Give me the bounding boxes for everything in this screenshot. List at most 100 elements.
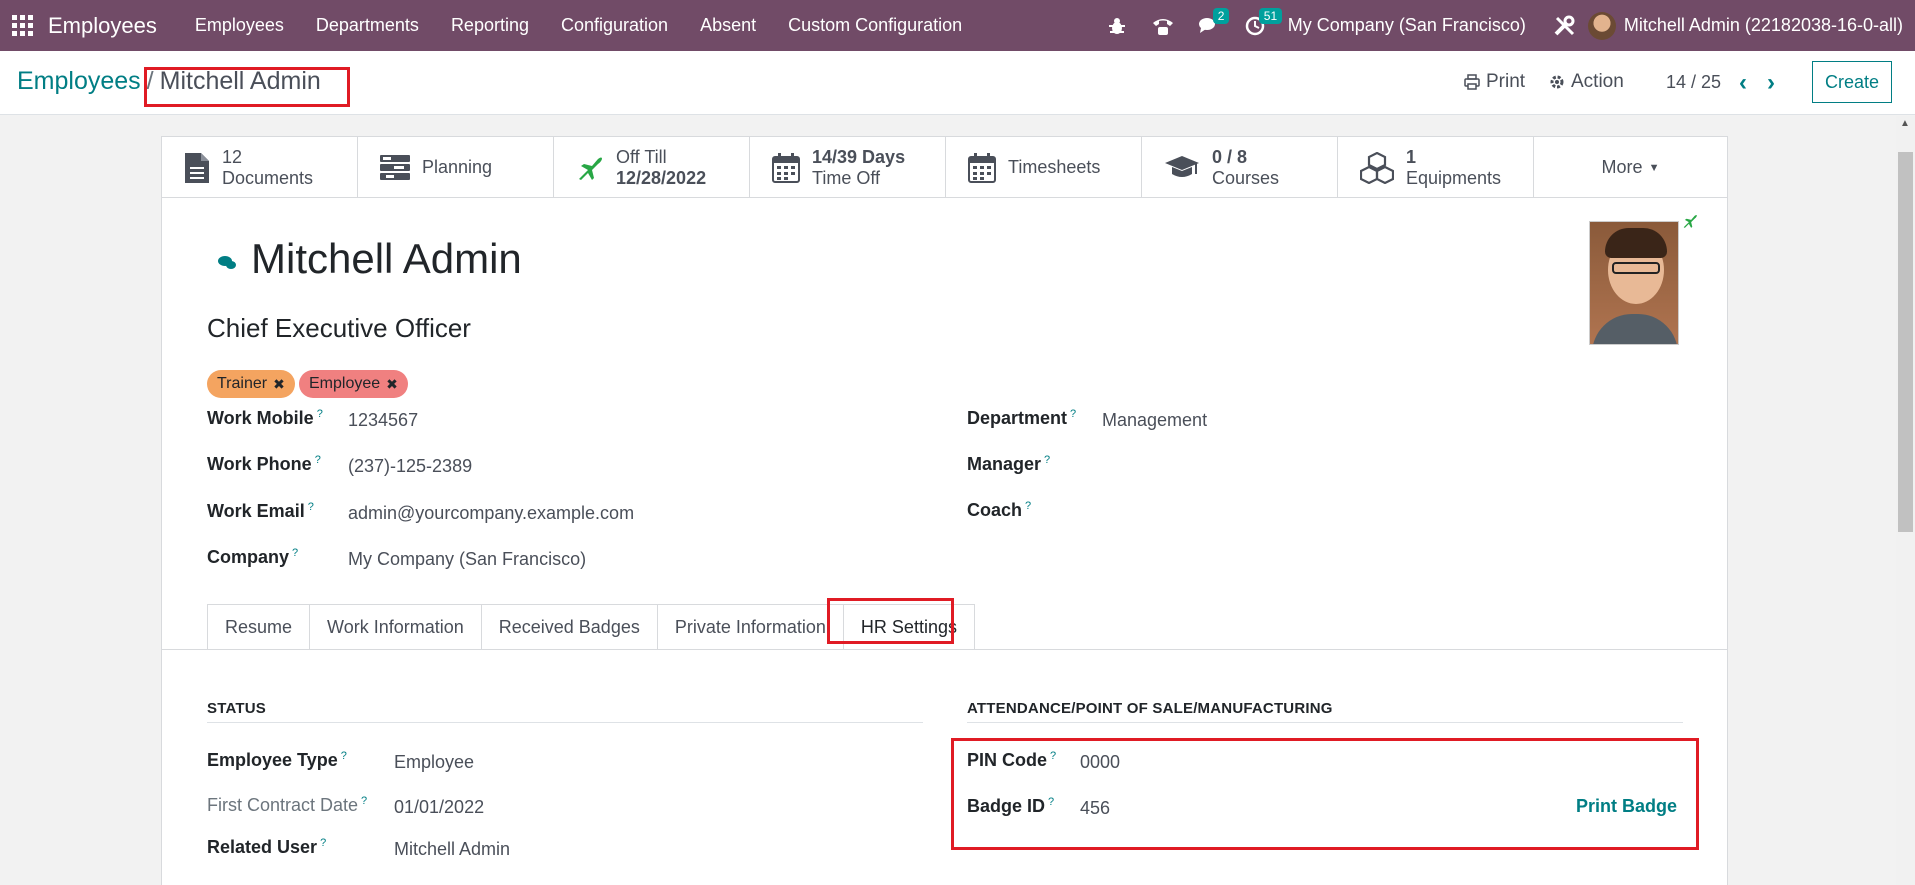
- phone-icon[interactable]: [1140, 0, 1186, 51]
- document-icon: [185, 152, 209, 183]
- top-navbar: Employees Employees Departments Reportin…: [0, 0, 1915, 51]
- timesheets-label: Timesheets: [1008, 157, 1101, 177]
- tools-icon[interactable]: [1542, 0, 1588, 51]
- action-button[interactable]: Action: [1549, 71, 1624, 93]
- tag-trainer: Trainer ✖: [207, 370, 295, 398]
- activities-count-badge: 51: [1258, 8, 1283, 24]
- work-phone-label: Work Phone?: [207, 454, 321, 474]
- planning-button[interactable]: Planning: [358, 137, 554, 198]
- courses-button[interactable]: 0 / 8 Courses: [1142, 137, 1338, 198]
- timesheets-button[interactable]: Timesheets: [946, 137, 1142, 198]
- employee-name[interactable]: Mitchell Admin: [251, 235, 522, 283]
- tag-remove-icon[interactable]: ✖: [273, 376, 285, 393]
- help-tooltip-icon[interactable]: ?: [1044, 454, 1050, 466]
- printer-icon: [1464, 74, 1480, 90]
- planning-label: Planning: [422, 157, 493, 177]
- print-label: Print: [1486, 71, 1526, 92]
- help-tooltip-icon[interactable]: ?: [315, 454, 321, 466]
- tab-work-information[interactable]: Work Information: [309, 604, 482, 649]
- print-button[interactable]: Print: [1464, 71, 1525, 93]
- equipments-label: Equipments: [1406, 167, 1502, 188]
- time-off-button[interactable]: 14/39 Days Time Off: [750, 137, 946, 198]
- menu-departments[interactable]: Departments: [300, 15, 435, 36]
- related-user-label: Related User?: [207, 837, 327, 857]
- help-tooltip-icon[interactable]: ?: [320, 837, 326, 849]
- navbar-systray: 2 51 My Company (San Francisco) Mitchell…: [1094, 0, 1915, 51]
- scroll-up-arrow-icon[interactable]: ▲: [1900, 118, 1910, 129]
- status-section-rule: [207, 722, 923, 723]
- help-tooltip-icon[interactable]: ?: [1070, 408, 1076, 420]
- gear-icon: [1550, 75, 1564, 89]
- help-tooltip-icon[interactable]: ?: [292, 547, 298, 559]
- caret-down-icon: ▼: [1648, 161, 1660, 174]
- calendar-icon: [772, 152, 800, 183]
- pager-value[interactable]: 14 / 25: [1666, 72, 1721, 93]
- menu-employees[interactable]: Employees: [179, 15, 300, 36]
- tab-private-information[interactable]: Private Information: [656, 604, 844, 649]
- department-value[interactable]: Management: [1102, 410, 1207, 431]
- time-off-label: Time Off: [812, 167, 881, 188]
- menu-custom-configuration[interactable]: Custom Configuration: [772, 15, 978, 36]
- work-email-label: Work Email?: [207, 501, 314, 521]
- more-dropdown-button[interactable]: More ▼: [1534, 137, 1727, 198]
- user-menu[interactable]: Mitchell Admin (22182038-16-0-all): [1587, 11, 1903, 40]
- debug-bug-icon[interactable]: [1094, 0, 1140, 51]
- scrollbar-thumb[interactable]: [1898, 152, 1913, 532]
- menu-absent[interactable]: Absent: [684, 15, 772, 36]
- employee-photo[interactable]: [1589, 221, 1679, 345]
- tag-trainer-label: Trainer: [217, 375, 268, 392]
- highlight-box-hr-settings-tab: [827, 598, 954, 644]
- tag-remove-icon[interactable]: ✖: [386, 376, 398, 393]
- help-tooltip-icon[interactable]: ?: [361, 795, 367, 807]
- smart-buttons-bar: 12 Documents Planning Off Till 12/28/2022 …: [162, 137, 1727, 198]
- work-mobile-value[interactable]: 1234567: [348, 410, 418, 431]
- manager-label: Manager?: [967, 454, 1051, 474]
- employee-type-value[interactable]: Employee: [394, 752, 474, 773]
- apps-menu-icon[interactable]: [12, 15, 34, 37]
- company-value[interactable]: My Company (San Francisco): [348, 549, 586, 570]
- coach-label: Coach?: [967, 500, 1032, 520]
- breadcrumb-parent[interactable]: Employees: [17, 67, 141, 95]
- cubes-icon: [1360, 151, 1394, 184]
- pager-previous-button[interactable]: ‹: [1739, 69, 1747, 97]
- first-contract-date-label: First Contract Date?: [207, 795, 368, 815]
- tab-resume[interactable]: Resume: [207, 604, 311, 649]
- calendar-icon: [968, 152, 996, 183]
- time-off-days: 14/39 Days: [812, 146, 906, 167]
- pager-next-button[interactable]: ›: [1767, 69, 1775, 97]
- highlight-box-breadcrumb: [144, 67, 350, 107]
- attendance-section-title: ATTENDANCE/POINT OF SALE/MANUFACTURING: [967, 700, 1333, 717]
- help-tooltip-icon[interactable]: ?: [317, 408, 323, 420]
- first-contract-date-value[interactable]: 01/01/2022: [394, 797, 484, 818]
- app-name[interactable]: Employees: [48, 13, 157, 39]
- attendance-section-rule: [967, 722, 1683, 723]
- tab-received-badges[interactable]: Received Badges: [480, 604, 658, 649]
- menu-reporting[interactable]: Reporting: [435, 15, 545, 36]
- tabs-divider: [162, 649, 1727, 650]
- help-tooltip-icon[interactable]: ?: [1025, 500, 1031, 512]
- courses-label: Courses: [1212, 167, 1280, 188]
- off-till-button[interactable]: Off Till 12/28/2022: [554, 137, 750, 198]
- company-label: Company?: [207, 547, 299, 567]
- action-label: Action: [1571, 71, 1624, 92]
- work-email-value[interactable]: admin@yourcompany.example.com: [348, 503, 634, 524]
- create-button[interactable]: Create: [1812, 61, 1892, 103]
- employee-type-label: Employee Type?: [207, 750, 347, 770]
- activities-clock-icon[interactable]: 51: [1232, 0, 1283, 51]
- messages-icon[interactable]: 2: [1186, 0, 1232, 51]
- work-mobile-label: Work Mobile?: [207, 408, 323, 428]
- chat-bubble-icon[interactable]: [217, 255, 237, 271]
- work-phone-value[interactable]: (237)-125-2389: [348, 456, 472, 477]
- help-tooltip-icon[interactable]: ?: [308, 501, 314, 513]
- courses-count: 0 / 8: [1212, 146, 1248, 167]
- menu-configuration[interactable]: Configuration: [545, 15, 684, 36]
- job-title[interactable]: Chief Executive Officer: [207, 313, 471, 344]
- equipments-button[interactable]: 1 Equipments: [1338, 137, 1534, 198]
- documents-button[interactable]: 12 Documents: [162, 137, 358, 198]
- help-tooltip-icon[interactable]: ?: [341, 750, 347, 762]
- off-till-date: 12/28/2022: [616, 167, 707, 188]
- documents-count: 12: [222, 146, 243, 167]
- presence-plane-icon: [1683, 215, 1697, 228]
- company-switcher[interactable]: My Company (San Francisco): [1288, 15, 1526, 36]
- related-user-value[interactable]: Mitchell Admin: [394, 839, 510, 860]
